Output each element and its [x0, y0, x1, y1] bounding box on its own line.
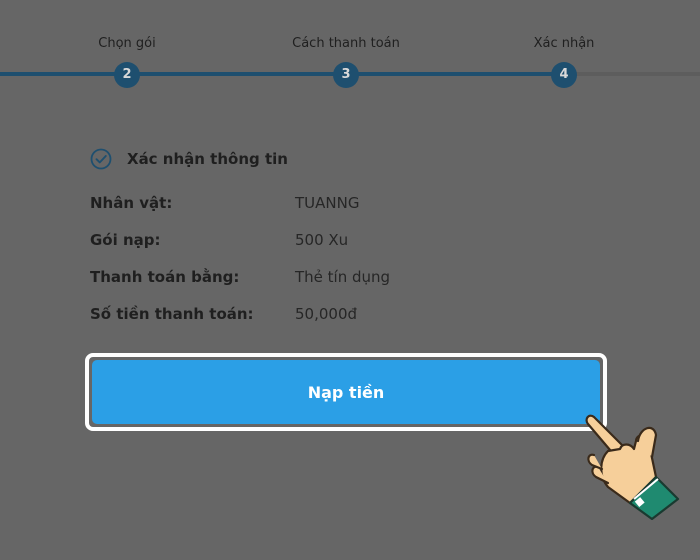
progress-stepper: Chọn gói 2 Cách thanh toán 3 Xác nhận 4: [0, 0, 700, 100]
step-confirm: Xác nhận 4: [494, 36, 634, 88]
info-value: TUANNG: [295, 194, 360, 212]
step-label: Cách thanh toán: [292, 36, 400, 51]
step-number-badge: 3: [333, 62, 359, 88]
step-number-badge: 4: [551, 62, 577, 88]
confirm-info-title: Xác nhận thông tin: [127, 150, 288, 168]
info-label: Thanh toán bằng:: [90, 268, 240, 286]
step-label: Xác nhận: [533, 36, 595, 51]
check-circle-icon: [90, 148, 112, 170]
confirm-info-header: Xác nhận thông tin: [90, 146, 288, 172]
info-label: Số tiền thanh toán:: [90, 305, 254, 323]
step-label: Chọn gói: [98, 36, 156, 51]
info-value: Thẻ tín dụng: [295, 268, 391, 286]
pointing-hand-icon: [585, 414, 680, 520]
info-label: Gói nạp:: [90, 231, 161, 249]
step-choose-package[interactable]: Chọn gói 2: [57, 36, 197, 88]
step-number-badge: 2: [114, 62, 140, 88]
step-payment-method[interactable]: Cách thanh toán 3: [276, 36, 416, 88]
info-value: 500 Xu: [295, 231, 349, 249]
info-label: Nhân vật:: [90, 194, 173, 212]
info-value: 50,000đ: [295, 305, 358, 323]
top-up-button[interactable]: Nạp tiền: [92, 360, 600, 424]
